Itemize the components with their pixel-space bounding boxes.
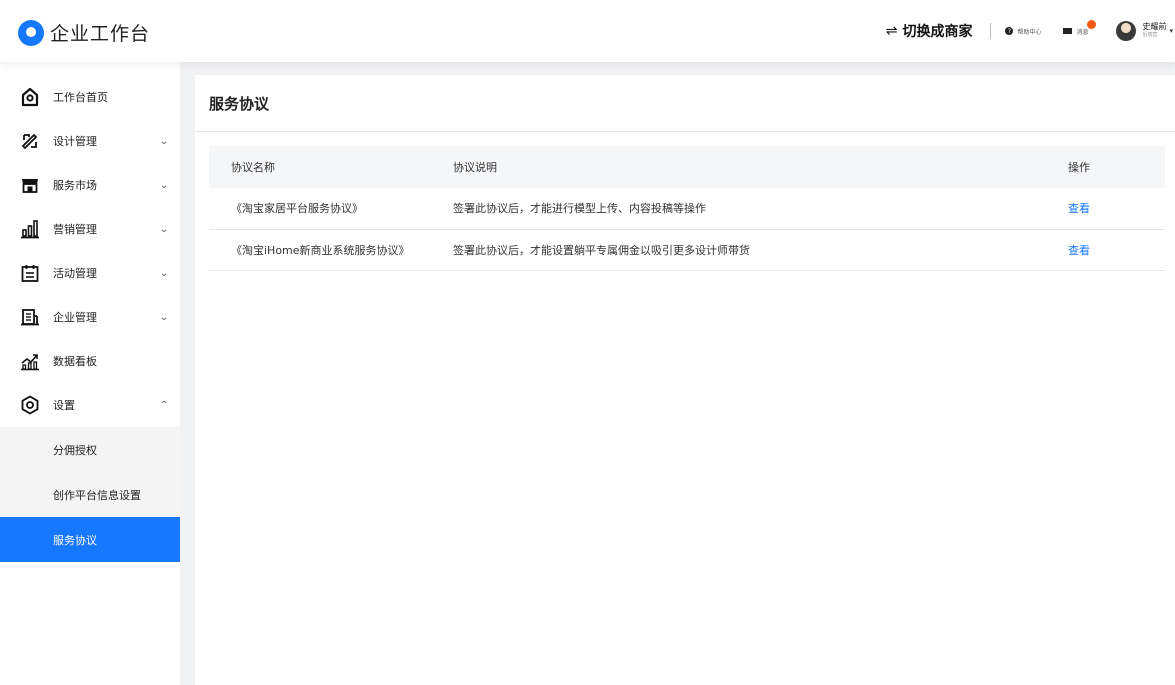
chevron-down-icon: ⌄ [159, 179, 170, 191]
user-name: 史耀前 [1142, 22, 1167, 31]
user-info: 史耀前 后端营 [1142, 22, 1166, 40]
header-actions: ⇌ 切换成商家 ? 帮助中心 消息 史耀前 后端营 ▾ [886, 0, 1175, 62]
store-icon [20, 175, 40, 195]
view-link[interactable]: 查看 [1068, 202, 1090, 215]
top-header: 企业工作台 ⇌ 切换成商家 ? 帮助中心 消息 史耀前 后端营 ▾ [0, 0, 1175, 62]
agreement-desc: 签署此协议后，才能设置躺平专属佣金以吸引更多设计师带货 [453, 229, 1068, 271]
table-row: 《淘宝iHome新商业系统服务协议》 签署此协议后，才能设置躺平专属佣金以吸引更… [209, 229, 1165, 271]
sidebar-item-label: 营销管理 [53, 223, 97, 236]
switch-to-merchant-button[interactable]: ⇌ 切换成商家 [886, 21, 973, 41]
calendar-icon [20, 263, 40, 283]
sidebar-item-enterprise[interactable]: 企业管理 ⌄ [0, 295, 180, 339]
sidebar-item-service-agreement[interactable]: 服务协议 [0, 517, 180, 562]
sidebar-item-label: 企业管理 [53, 311, 97, 324]
sidebar-item-label: 服务市场 [53, 179, 97, 192]
chevron-up-icon: ⌃ [159, 399, 170, 411]
switch-label: 切换成商家 [902, 24, 973, 40]
building-icon [20, 307, 40, 327]
table-row: 《淘宝家居平台服务协议》 签署此协议后，才能进行模型上传、内容投稿等操作 查看 [209, 188, 1165, 230]
sidebar: 工作台首页 设计管理 ⌄ 服务市场 ⌄ 营销管理 ⌄ 活动管理 ⌄ 企业管理 ⌄ [0, 62, 180, 685]
sidebar-item-label: 活动管理 [53, 267, 97, 280]
page-title: 服务协议 [195, 75, 1175, 132]
sidebar-item-home[interactable]: 工作台首页 [0, 75, 180, 119]
settings-submenu: 分佣授权 创作平台信息设置 服务协议 [0, 427, 180, 562]
trend-chart-icon [20, 351, 40, 371]
messages-label: 消息 [1076, 28, 1089, 36]
sidebar-item-service-market[interactable]: 服务市场 ⌄ [0, 163, 180, 207]
app-logo[interactable]: 企业工作台 [18, 19, 150, 46]
sidebar-item-label: 设计管理 [53, 135, 97, 148]
bar-chart-icon [20, 219, 40, 239]
chevron-down-icon: ⌄ [159, 135, 170, 147]
switch-arrows-icon: ⇌ [885, 23, 898, 39]
agreement-name: 《淘宝家居平台服务协议》 [209, 188, 453, 230]
column-header-desc: 协议说明 [453, 161, 497, 174]
sidebar-item-marketing[interactable]: 营销管理 ⌄ [0, 207, 180, 251]
sidebar-item-label: 工作台首页 [53, 91, 108, 104]
main-content: 服务协议 协议名称 协议说明 操作 《淘宝家居平台服务协议》 签署此协议后，才能… [195, 75, 1175, 685]
chevron-down-icon: ⌄ [159, 223, 170, 235]
header-divider [990, 23, 992, 39]
design-tools-icon [20, 131, 40, 151]
settings-icon [20, 395, 40, 415]
agreement-name: 《淘宝iHome新商业系统服务协议》 [209, 229, 453, 271]
notification-badge [1087, 19, 1097, 29]
view-link[interactable]: 查看 [1068, 244, 1090, 257]
avatar [1116, 21, 1137, 41]
sidebar-item-data-board[interactable]: 数据看板 [0, 339, 180, 383]
user-role: 后端营 [1142, 32, 1158, 38]
app-title: 企业工作台 [50, 23, 151, 45]
logo-icon [18, 19, 44, 46]
mail-icon [1063, 28, 1073, 34]
user-menu[interactable]: 史耀前 后端营 ▾ [1116, 21, 1173, 41]
column-header-action: 操作 [1068, 161, 1090, 174]
column-header-name: 协议名称 [231, 161, 275, 174]
sidebar-item-settings[interactable]: 设置 ⌃ [0, 383, 180, 427]
agreement-table: 协议名称 协议说明 操作 《淘宝家居平台服务协议》 签署此协议后，才能进行模型上… [209, 146, 1165, 271]
help-center-link[interactable]: ? 帮助中心 [1005, 27, 1041, 36]
sidebar-item-label: 设置 [53, 399, 75, 412]
home-icon [20, 87, 40, 107]
chevron-down-icon: ⌄ [159, 267, 170, 279]
sidebar-item-activity[interactable]: 活动管理 ⌄ [0, 251, 180, 295]
sidebar-item-commission-auth[interactable]: 分佣授权 [0, 427, 180, 472]
table-header-row: 协议名称 协议说明 操作 [209, 146, 1165, 188]
agreement-desc: 签署此协议后，才能进行模型上传、内容投稿等操作 [453, 188, 1068, 230]
sidebar-item-creator-settings[interactable]: 创作平台信息设置 [0, 472, 180, 517]
chevron-down-icon: ⌄ [159, 311, 170, 323]
sidebar-item-design[interactable]: 设计管理 ⌄ [0, 119, 180, 163]
help-label: 帮助中心 [1017, 28, 1042, 36]
chevron-down-icon: ▾ [1169, 27, 1173, 35]
messages-link[interactable]: 消息 [1063, 19, 1097, 36]
sidebar-item-label: 数据看板 [53, 355, 97, 368]
help-icon: ? [1005, 27, 1014, 35]
